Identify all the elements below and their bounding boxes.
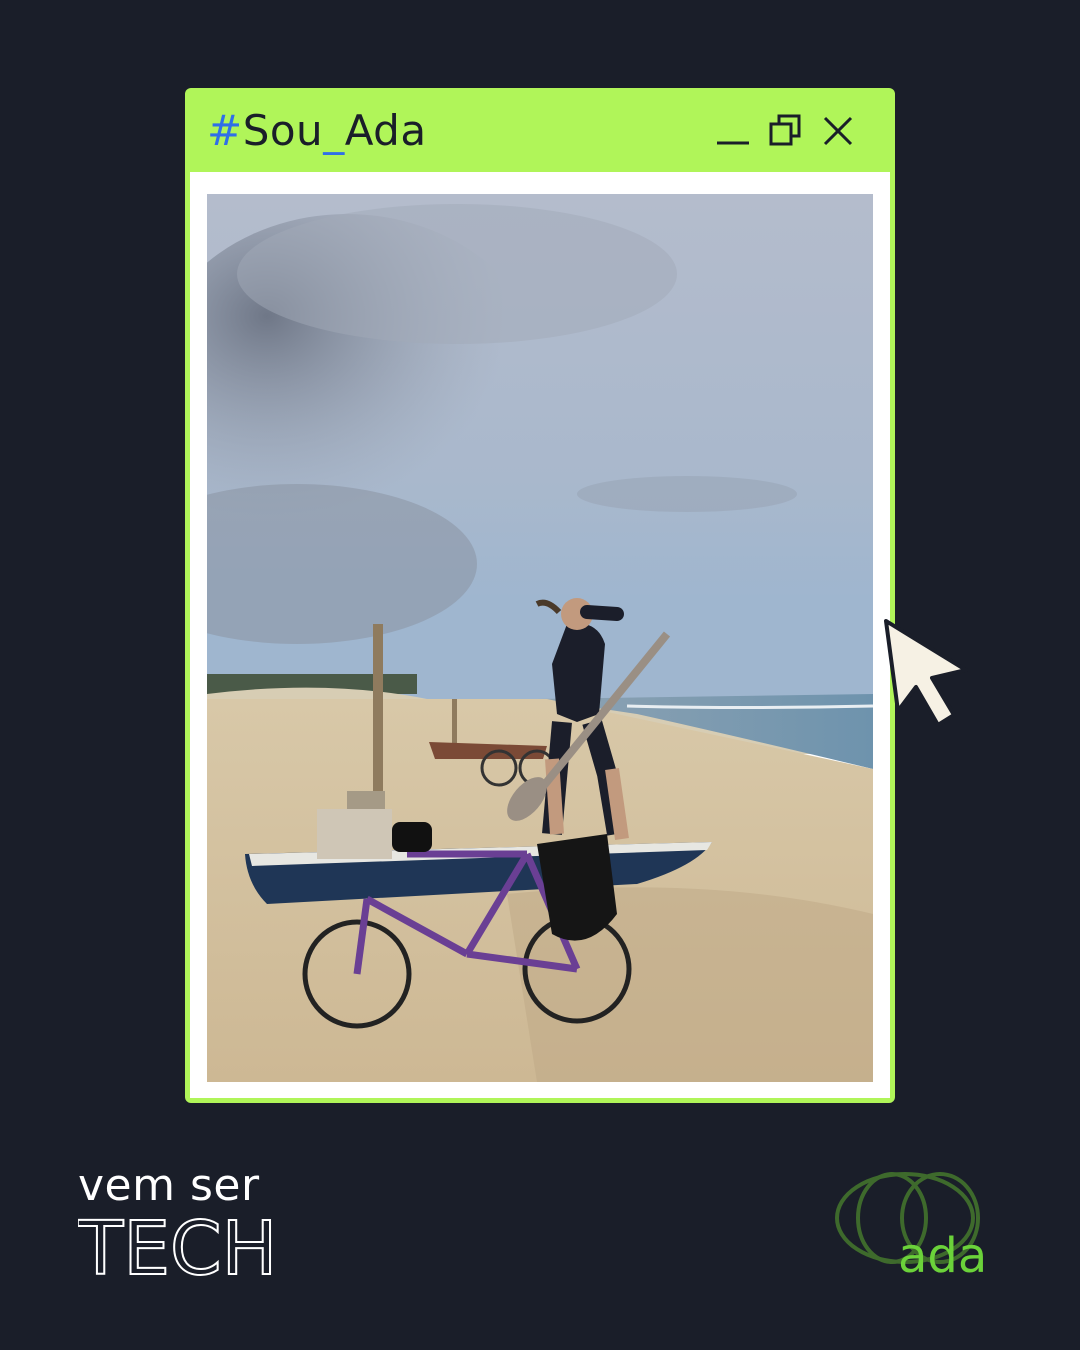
restore-icon[interactable] [767,112,807,152]
app-window: #Sou_Ada [185,88,895,1103]
tagline-line-2: TECH [78,1210,278,1284]
minimize-icon[interactable] [713,112,753,152]
title-hash: # [207,106,243,155]
title-part-2: Ada [344,106,427,155]
tagline-line-1: vem ser [78,1160,260,1211]
window-title: #Sou_Ada [207,106,427,155]
title-underscore: _ [323,106,345,155]
photo-illustration [207,194,873,1082]
window-content [190,172,890,1098]
window-titlebar[interactable]: #Sou_Ada [185,88,895,172]
title-part-1: Sou [242,106,324,155]
close-icon[interactable] [819,112,859,152]
mouse-pointer-icon [884,619,968,727]
tagline-tech-text: TECH [78,1210,277,1284]
window-controls [713,112,873,152]
beach-photo [207,194,873,1082]
logo-brand-text: ada [898,1228,987,1284]
ada-logo: ada [835,1172,987,1284]
